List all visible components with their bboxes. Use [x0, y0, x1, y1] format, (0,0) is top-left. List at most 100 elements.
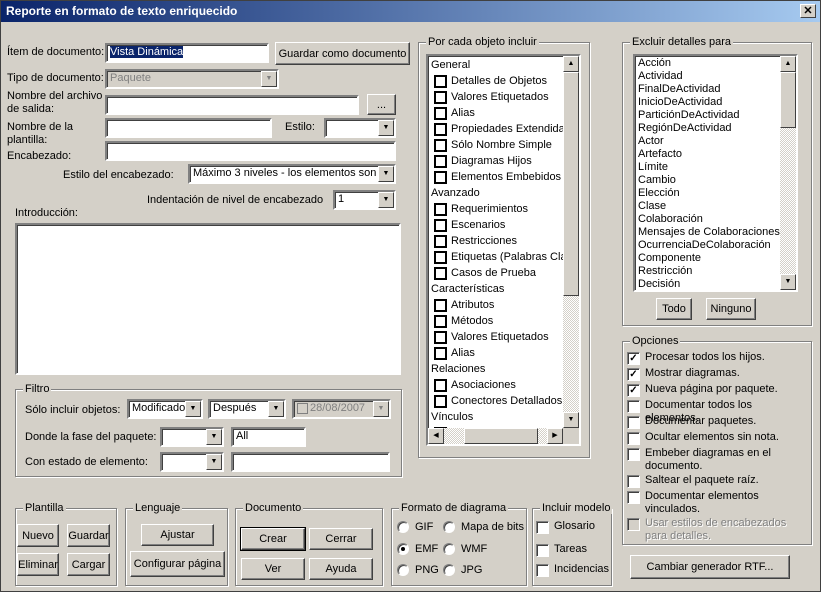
option-checkbox[interactable]: ✓ Procesar todos los hijos. — [627, 351, 807, 365]
create-button[interactable]: Crear — [240, 527, 306, 551]
scroll-down-button[interactable]: ▼ — [563, 412, 579, 428]
vertical-scrollbar[interactable]: ▲ ▼ — [780, 56, 796, 290]
checkbox[interactable] — [434, 298, 447, 312]
browse-button[interactable]: ... — [367, 94, 396, 115]
adjust-button[interactable]: Ajustar — [141, 524, 214, 546]
doc-type-select[interactable]: Paquete ▼ — [105, 69, 279, 89]
change-rtf-generator-button[interactable]: Cambiar generador RTF... — [630, 555, 790, 579]
status-input[interactable] — [231, 452, 390, 472]
exclude-details-list[interactable]: Acción Actividad FinalDeActividad InicioDeA… — [633, 54, 798, 292]
list-item[interactable]: Atributos — [428, 297, 563, 313]
checkbox[interactable] — [434, 90, 447, 104]
template-load-button[interactable]: Cargar — [67, 553, 110, 576]
select-none-button[interactable]: Ninguno — [706, 298, 756, 320]
list-item[interactable]: Restricción — [635, 265, 780, 278]
list-item[interactable]: Elección — [635, 187, 780, 200]
checkbox[interactable] — [434, 346, 447, 360]
template-delete-button[interactable]: Eliminar — [17, 553, 59, 576]
checkbox[interactable] — [434, 106, 447, 120]
list-item[interactable]: ParticiónDeActividad — [635, 109, 780, 122]
list-item[interactable]: Cambio — [635, 174, 780, 187]
list-item[interactable]: Escenarios — [428, 217, 563, 233]
when-select[interactable]: Después ▼ — [208, 399, 286, 419]
scroll-left-button[interactable]: ◀ — [428, 428, 444, 444]
list-item[interactable]: OcurrenciaDeColaboración — [635, 239, 780, 252]
include-model-checkbox[interactable]: Incidencias — [536, 563, 609, 577]
output-file-input[interactable] — [105, 95, 359, 115]
vertical-scrollbar[interactable]: ▲ ▼ — [563, 56, 579, 428]
close-doc-button[interactable]: Cerrar — [309, 528, 373, 550]
list-item[interactable]: Actividad — [635, 70, 780, 83]
checkbox[interactable] — [434, 394, 447, 408]
list-item[interactable]: Límite — [635, 161, 780, 174]
option-checkbox[interactable]: Embeber diagramas en el documento. — [627, 447, 807, 473]
checkbox[interactable] — [434, 266, 447, 280]
checkbox[interactable] — [434, 234, 447, 248]
checkbox[interactable] — [434, 314, 447, 328]
list-item[interactable]: Artefacto — [635, 148, 780, 161]
style-select[interactable]: ▼ — [324, 118, 396, 138]
radio-button[interactable] — [397, 543, 409, 555]
list-item[interactable]: Asociaciones — [428, 377, 563, 393]
checkbox[interactable] — [434, 202, 447, 216]
help-button[interactable]: Ayuda — [309, 558, 373, 580]
save-as-document-button[interactable]: Guardar como documento — [275, 42, 410, 65]
view-button[interactable]: Ver — [241, 558, 305, 580]
phase-select[interactable]: ▼ — [160, 427, 224, 447]
list-item[interactable]: Alias — [428, 105, 563, 121]
list-item[interactable]: Sólo Nombre Simple — [428, 137, 563, 153]
list-item[interactable]: Requerimientos — [428, 201, 563, 217]
list-item[interactable]: Elementos Embebidos — [428, 169, 563, 185]
checkbox[interactable] — [434, 122, 447, 136]
intro-textarea[interactable] — [15, 223, 401, 375]
date-picker[interactable]: 28/08/2007 ▼ — [292, 399, 391, 419]
list-item[interactable]: Valores Etiquetados — [428, 329, 563, 345]
option-checkbox[interactable]: ✓ Mostrar diagramas. — [627, 367, 807, 381]
scroll-up-button[interactable]: ▲ — [563, 56, 579, 72]
checkbox[interactable] — [434, 218, 447, 232]
scroll-down-button[interactable]: ▼ — [780, 274, 796, 290]
list-item[interactable]: Propiedades Extendidas — [428, 121, 570, 137]
radio-button[interactable] — [443, 543, 455, 555]
diagram-format-radio[interactable]: EMF — [397, 543, 438, 555]
option-checkbox[interactable]: Usar estilos de encabezados para detalle… — [627, 517, 807, 543]
radio-button[interactable] — [397, 521, 409, 533]
checkbox[interactable] — [434, 74, 447, 88]
checkbox[interactable] — [434, 330, 447, 344]
scroll-right-button[interactable]: ▶ — [547, 428, 563, 444]
list-item[interactable]: Restricciones — [428, 233, 563, 249]
header-input[interactable] — [105, 141, 396, 161]
only-include-select[interactable]: Modificado ▼ — [127, 399, 203, 419]
checkbox[interactable] — [434, 378, 447, 392]
list-item[interactable]: InicioDeActividad — [635, 96, 780, 109]
list-item[interactable]: Métodos — [428, 313, 563, 329]
list-item[interactable]: Conectores Detallados — [428, 393, 563, 409]
list-item[interactable]: RegiónDeActividad — [635, 122, 780, 135]
checkbox[interactable] — [434, 138, 447, 152]
checkbox[interactable] — [434, 250, 447, 264]
date-enable-checkbox[interactable] — [297, 402, 308, 414]
diagram-format-radio[interactable]: GIF — [397, 521, 433, 533]
option-checkbox[interactable]: Saltear el paquete raíz. — [627, 474, 807, 488]
template-new-button[interactable]: Nuevo — [17, 524, 59, 547]
checkbox[interactable] — [434, 154, 447, 168]
header-style-select[interactable]: Máximo 3 niveles - los elementos son H ▼ — [188, 164, 396, 184]
option-checkbox[interactable]: Ocultar elementos sin nota. — [627, 431, 807, 445]
select-all-button[interactable]: Todo — [656, 298, 692, 320]
option-checkbox[interactable]: ✓ Nueva página por paquete. — [627, 383, 807, 397]
close-button[interactable]: ✕ — [800, 4, 816, 18]
h-scroll-thumb[interactable] — [464, 428, 538, 444]
scroll-thumb[interactable] — [780, 72, 796, 128]
doc-item-input[interactable]: Vista Dinámica — [105, 43, 269, 63]
list-item[interactable]: Detalles de Objetos — [428, 73, 563, 89]
include-model-checkbox[interactable]: Glosario — [536, 520, 595, 534]
option-checkbox[interactable]: Documentar elementos vinculados. — [627, 490, 807, 516]
template-name-input[interactable] — [105, 118, 272, 138]
status-select[interactable]: ▼ — [160, 452, 224, 472]
include-model-checkbox[interactable]: Tareas — [536, 543, 587, 557]
scroll-up-button[interactable]: ▲ — [780, 56, 796, 72]
diagram-format-radio[interactable]: JPG — [443, 564, 482, 576]
page-setup-button[interactable]: Configurar página — [130, 551, 225, 577]
list-item[interactable]: Clase — [635, 200, 780, 213]
header-indent-select[interactable]: 1 ▼ — [333, 190, 396, 210]
